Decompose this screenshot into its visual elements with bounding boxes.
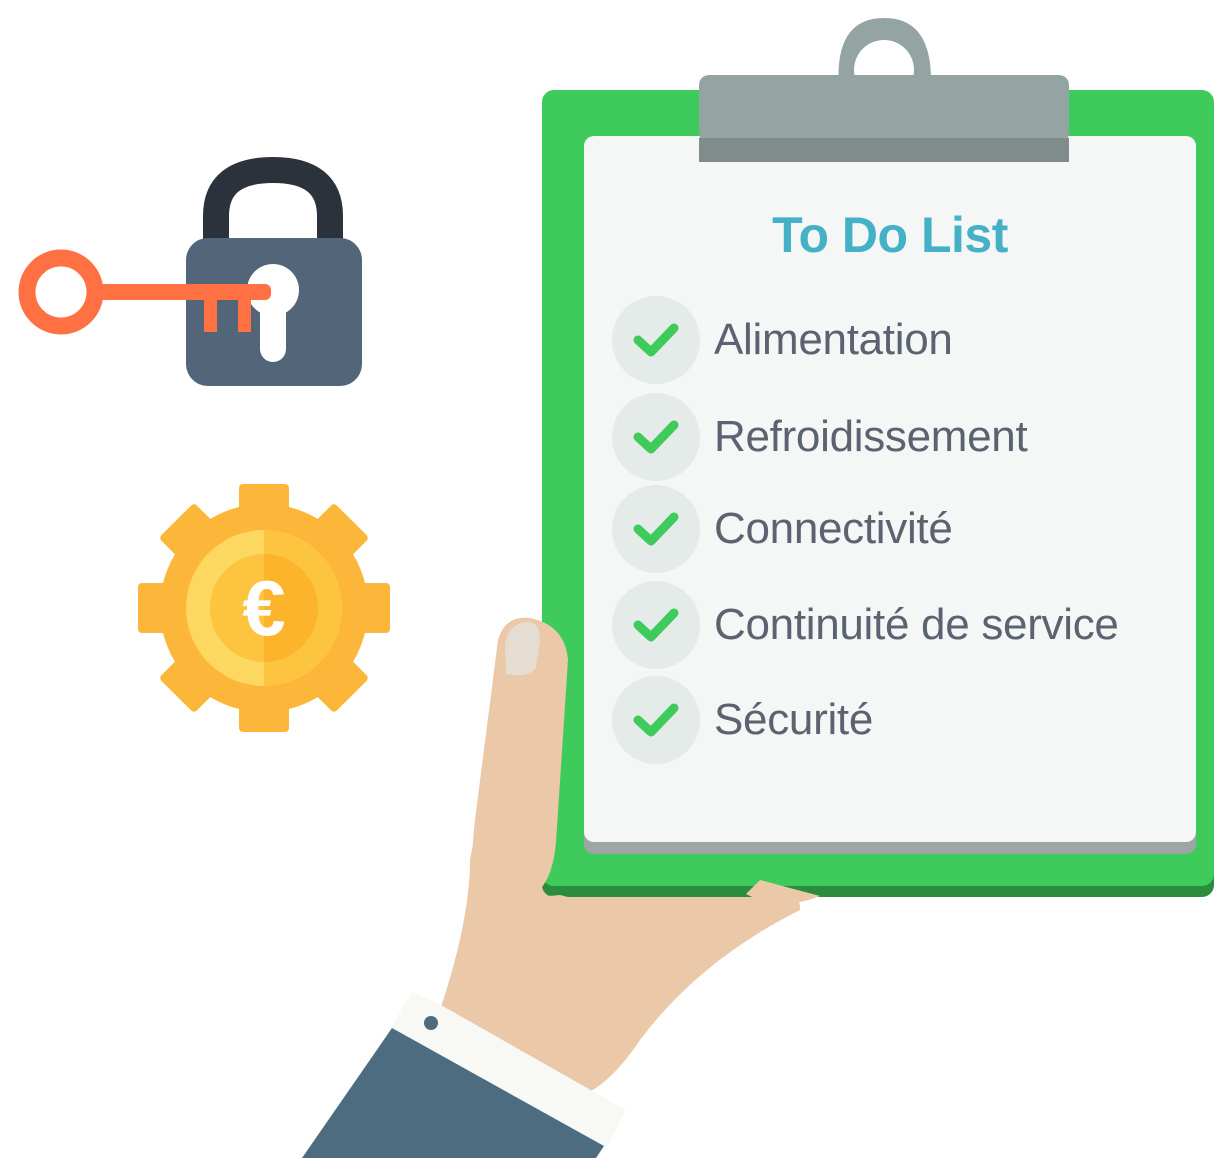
- hand-front: [302, 617, 820, 1158]
- cuff-button: [424, 1016, 438, 1030]
- todo-illustration: € To Do List Alimentation Refroidissement…: [0, 0, 1214, 1158]
